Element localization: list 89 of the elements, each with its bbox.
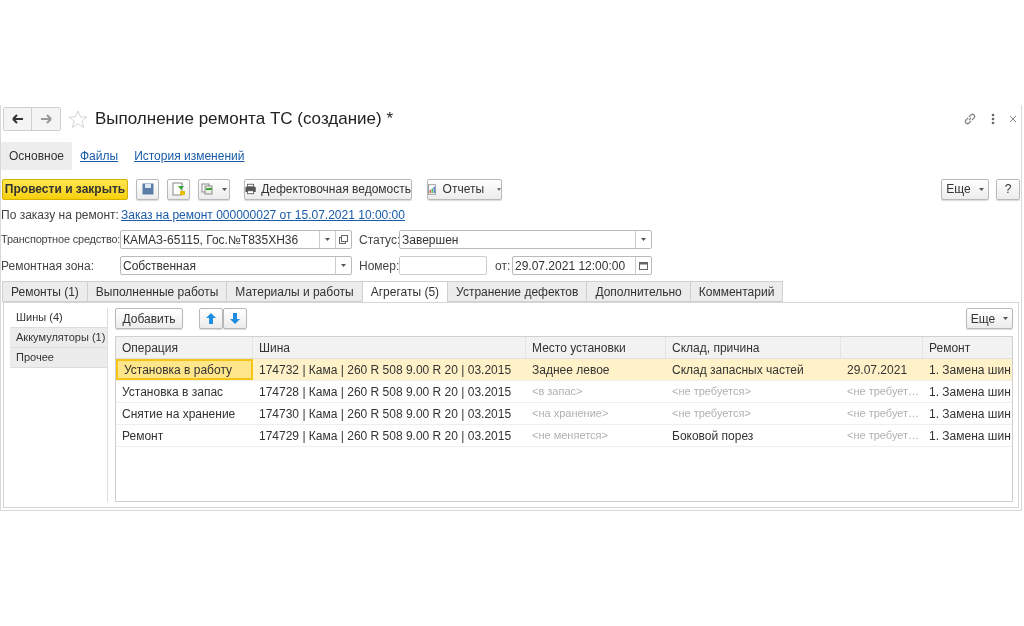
table-cell-text: 174728 | Кама | 260 R 508 9.00 R 20 | 03.2015 <box>258 383 513 401</box>
table-cell-text: <не требуется> <box>671 406 752 422</box>
tab[interactable]: Устранение дефектов <box>447 281 588 302</box>
table-cell-text: <не меняется> <box>531 428 609 444</box>
move-down-button[interactable] <box>223 308 247 329</box>
table-cell-text: Боковой порез <box>671 427 755 445</box>
table-cell-text: Установка в запас <box>121 383 225 401</box>
caret-icon <box>325 238 330 241</box>
field-label: Ремонтная зона: <box>1 257 95 275</box>
table-cell: Установка в работу <box>116 359 253 380</box>
field-label: По заказу на ремонт: <box>1 207 120 224</box>
caret-icon <box>222 187 227 191</box>
date-field[interactable]: 29.07.2021 12:00:00 <box>512 256 652 275</box>
up-arrow-icon <box>206 313 216 324</box>
column-header: Шина <box>259 339 290 357</box>
link-icon[interactable] <box>963 112 977 126</box>
caret-icon <box>978 187 984 191</box>
back-arrow-icon <box>11 114 24 124</box>
tab[interactable]: Комментарий <box>689 281 784 302</box>
caret-icon <box>341 264 346 267</box>
column-header: Место установки <box>532 339 626 357</box>
table-cell-text: <в запас> <box>531 384 584 400</box>
side-tab[interactable]: Прочее <box>10 348 107 368</box>
table-cell-text: 1. Замена шин <box>928 427 1009 445</box>
table-cell-text: 29.07.2021 <box>846 361 909 379</box>
table-cell-text: Склад запасных частей <box>671 361 805 379</box>
tab[interactable]: Материалы и работы <box>226 281 363 302</box>
open-icon <box>339 235 348 244</box>
field-label: Номер: <box>359 257 399 275</box>
field-label: Статус: <box>359 231 399 249</box>
nav-tab[interactable]: История изменений <box>126 142 253 170</box>
caret-icon <box>1003 317 1009 320</box>
table-cell-text: Снятие на хранение <box>121 405 237 423</box>
table-cell-text: 1. Замена шин <box>928 361 1009 379</box>
table-cell-text: 174730 | Кама | 260 R 508 9.00 R 20 | 03.2015 <box>258 405 513 423</box>
tab[interactable]: Агрегаты (5) <box>361 281 449 302</box>
table-cell-text: <на хранение> <box>531 406 610 422</box>
table-cell-text: <не требуется> <box>671 384 752 400</box>
more-icon[interactable] <box>991 113 995 125</box>
table-cell-text: 1. Замена шин <box>928 405 1009 423</box>
nav-tab[interactable]: Файлы <box>72 142 127 170</box>
status-field[interactable]: Завершен <box>399 230 652 249</box>
column-header: Склад, причина <box>672 339 760 357</box>
move-up-button[interactable] <box>199 308 223 329</box>
side-tab[interactable]: Аккумуляторы (1) <box>10 328 107 348</box>
document-arrow-icon <box>171 182 186 196</box>
down-arrow-icon <box>230 313 240 324</box>
table-more-button[interactable]: Еще <box>966 308 1013 329</box>
table-cell-text: 174729 | Кама | 260 R 508 9.00 R 20 | 03.2015 <box>258 427 513 445</box>
zone-field[interactable]: Собственная <box>120 256 352 275</box>
report-icon <box>428 182 438 196</box>
save-button[interactable] <box>136 178 159 200</box>
post-button[interactable] <box>167 178 190 200</box>
table-cell-text: 1. Замена шин <box>928 383 1009 401</box>
caret-icon <box>497 187 501 191</box>
tab[interactable]: Ремонты (1) <box>2 281 88 302</box>
table-cell-text: Ремонт <box>121 427 165 445</box>
table-cell-text: <не требует… <box>846 406 921 422</box>
star-icon[interactable] <box>68 109 88 129</box>
defect-sheet-button[interactable]: Дефектовочная ведомость <box>244 178 412 200</box>
close-icon[interactable] <box>1009 115 1017 123</box>
create-based-button[interactable] <box>198 178 230 200</box>
nav-tab[interactable]: Основное <box>1 142 72 170</box>
column-header: Ремонт <box>929 339 971 357</box>
table-cell-text: <не требует… <box>846 384 921 400</box>
printer-icon <box>245 183 257 195</box>
help-button[interactable]: ? <box>996 178 1020 200</box>
calendar-icon <box>639 261 648 270</box>
column-header: Операция <box>122 339 178 357</box>
number-field[interactable] <box>399 256 487 275</box>
field-label: от: <box>495 257 512 275</box>
order-link[interactable]: Заказ на ремонт 000000027 от 15.07.2021 10:00:00 <box>121 206 405 224</box>
table-row[interactable]: Установка в работу 174732 | Кама | 260 R 508 9.00 R 20 | 03.2015 Заднее левое Склад запасных частей 29.07.2021 1. Замена шин <box>116 359 1012 381</box>
reports-button[interactable]: Отчеты <box>427 178 502 200</box>
forward-arrow-icon <box>40 114 52 124</box>
add-button[interactable]: Добавить <box>115 308 183 329</box>
table-cell-text: <не требует… <box>846 428 921 444</box>
window-title: Выполнение ремонта ТС (создание) * <box>95 108 393 131</box>
field-label: Транспортное средство: <box>1 232 120 248</box>
back-button[interactable] <box>4 108 32 130</box>
table-cell-text: 174732 | Кама | 260 R 508 9.00 R 20 | 03.2015 <box>258 361 513 379</box>
post-and-close-button[interactable]: Провести и закрыть <box>2 178 128 200</box>
caret-icon <box>641 238 646 241</box>
vehicle-field[interactable]: КАМАЗ-65115, Гос.№Т835ХН36 <box>120 230 352 249</box>
tab[interactable]: Дополнительно <box>586 281 691 302</box>
more-button[interactable]: Еще <box>941 178 989 200</box>
table-cell-text: Заднее левое <box>531 361 611 379</box>
tab[interactable]: Выполненные работы <box>86 281 228 302</box>
documents-icon <box>201 183 214 195</box>
